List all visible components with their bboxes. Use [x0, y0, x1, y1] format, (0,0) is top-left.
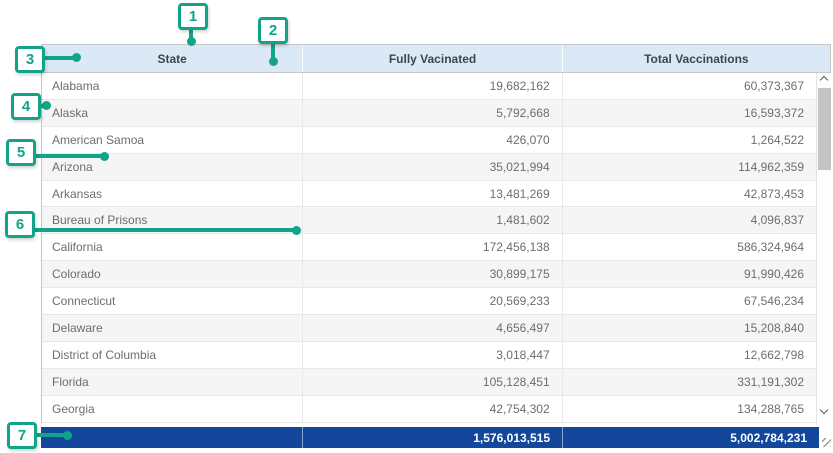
total-vaccinations-cell: 42,873,453: [562, 181, 830, 207]
callout-4: 4: [11, 93, 41, 120]
callout-3-dot: [72, 53, 81, 62]
fully-vaccinated-cell: 13,481,269: [302, 181, 561, 207]
total-vaccinations-cell: 15,208,840: [562, 315, 830, 341]
fully-vaccinated-cell: 172,456,138: [302, 234, 561, 260]
total-vaccinations-cell: 586,324,964: [562, 234, 830, 260]
table-row[interactable]: District of Columbia3,018,44712,662,798: [42, 342, 830, 369]
fully-vaccinated-cell: 4,656,497: [302, 315, 561, 341]
fully-vaccinated-cell: 426,070: [302, 127, 561, 153]
state-cell: American Samoa: [42, 127, 302, 153]
chevron-down-icon: [820, 406, 828, 414]
table-row[interactable]: Arkansas13,481,26942,873,453: [42, 181, 830, 208]
fully-vaccinated-cell: 5,792,668: [302, 100, 561, 126]
table-row[interactable]: Delaware4,656,49715,208,840: [42, 315, 830, 342]
callout-3-line: [44, 56, 75, 60]
table-row[interactable]: California172,456,138586,324,964: [42, 234, 830, 261]
callout-7-dot: [63, 431, 72, 440]
table-row[interactable]: Arizona35,021,994114,962,359: [42, 154, 830, 181]
table-total-row: 1,576,013,515 5,002,784,231: [41, 427, 819, 448]
state-cell: District of Columbia: [42, 342, 302, 368]
callout-1: 1: [178, 3, 208, 30]
fully-vaccinated-cell: 42,754,302: [302, 396, 561, 422]
table-row[interactable]: Alaska5,792,66816,593,372: [42, 100, 830, 127]
fully-vaccinated-cell: 30,899,175: [302, 261, 561, 287]
total-vaccinations-cell: 1,264,522: [562, 127, 830, 153]
total-vaccinations-cell: 331,191,302: [562, 369, 830, 395]
table-row[interactable]: Connecticut20,569,23367,546,234: [42, 288, 830, 315]
total-total-vaccinations: 5,002,784,231: [562, 427, 819, 448]
total-vaccinations-cell: 114,962,359: [562, 154, 830, 180]
total-vaccinations-cell: 134,288,765: [562, 396, 830, 422]
fully-vaccinated-cell: 3,018,447: [302, 342, 561, 368]
column-header-total-vaccinations[interactable]: Total Vaccinations: [562, 45, 830, 72]
fully-vaccinated-cell: 1,481,602: [302, 207, 561, 233]
callout-6-line: [34, 228, 295, 232]
total-fully-vaccinated: 1,576,013,515: [302, 427, 562, 448]
table-row[interactable]: Georgia42,754,302134,288,765: [42, 396, 830, 423]
state-cell: Colorado: [42, 261, 302, 287]
scrollbar-thumb[interactable]: [818, 88, 831, 170]
table-row[interactable]: Colorado30,899,17591,990,426: [42, 261, 830, 288]
state-cell: Arkansas: [42, 181, 302, 207]
table-row[interactable]: Alabama19,682,16260,373,367: [42, 73, 830, 100]
callout-2-dot: [269, 57, 278, 66]
column-header-fully-vaccinated[interactable]: Fully Vacinated: [302, 45, 561, 72]
callout-7: 7: [7, 422, 37, 449]
callout-5: 5: [6, 139, 36, 166]
state-cell: Georgia: [42, 396, 302, 422]
total-row-state-cell: [41, 427, 302, 448]
total-vaccinations-cell: 91,990,426: [562, 261, 830, 287]
state-cell: Alabama: [42, 73, 302, 99]
callout-4-dot: [42, 101, 51, 110]
table-row[interactable]: Florida105,128,451331,191,302: [42, 369, 830, 396]
total-vaccinations-cell: 67,546,234: [562, 288, 830, 314]
fully-vaccinated-cell: 20,569,233: [302, 288, 561, 314]
fully-vaccinated-cell: 105,128,451: [302, 369, 561, 395]
state-cell: Alaska: [42, 100, 302, 126]
fully-vaccinated-cell: 35,021,994: [302, 154, 561, 180]
fully-vaccinated-cell: 19,682,162: [302, 73, 561, 99]
column-header-state[interactable]: State: [42, 45, 302, 72]
state-cell: California: [42, 234, 302, 260]
scroll-down-button[interactable]: [817, 405, 831, 418]
callout-3: 3: [15, 46, 45, 73]
callout-5-line: [35, 154, 103, 158]
table-row[interactable]: American Samoa426,0701,264,522: [42, 127, 830, 154]
state-cell: Delaware: [42, 315, 302, 341]
total-vaccinations-cell: 60,373,367: [562, 73, 830, 99]
vertical-scrollbar[interactable]: [816, 73, 831, 425]
scroll-up-button[interactable]: [817, 73, 831, 86]
callout-1-dot: [187, 37, 196, 46]
total-vaccinations-cell: 16,593,372: [562, 100, 830, 126]
state-cell: Connecticut: [42, 288, 302, 314]
callout-5-dot: [100, 152, 109, 161]
state-cell: Florida: [42, 369, 302, 395]
chevron-up-icon: [820, 76, 828, 84]
callout-6-dot: [292, 226, 301, 235]
total-vaccinations-cell: 4,096,837: [562, 207, 830, 233]
callout-7-line: [36, 433, 65, 437]
callout-2: 2: [258, 17, 288, 44]
table-body: Alabama19,682,16260,373,367Alaska5,792,6…: [41, 73, 831, 423]
total-vaccinations-cell: 12,662,798: [562, 342, 830, 368]
table-header-row: State Fully Vacinated Total Vaccinations: [41, 44, 831, 73]
callout-6: 6: [5, 211, 35, 238]
resize-grip[interactable]: [822, 438, 831, 447]
